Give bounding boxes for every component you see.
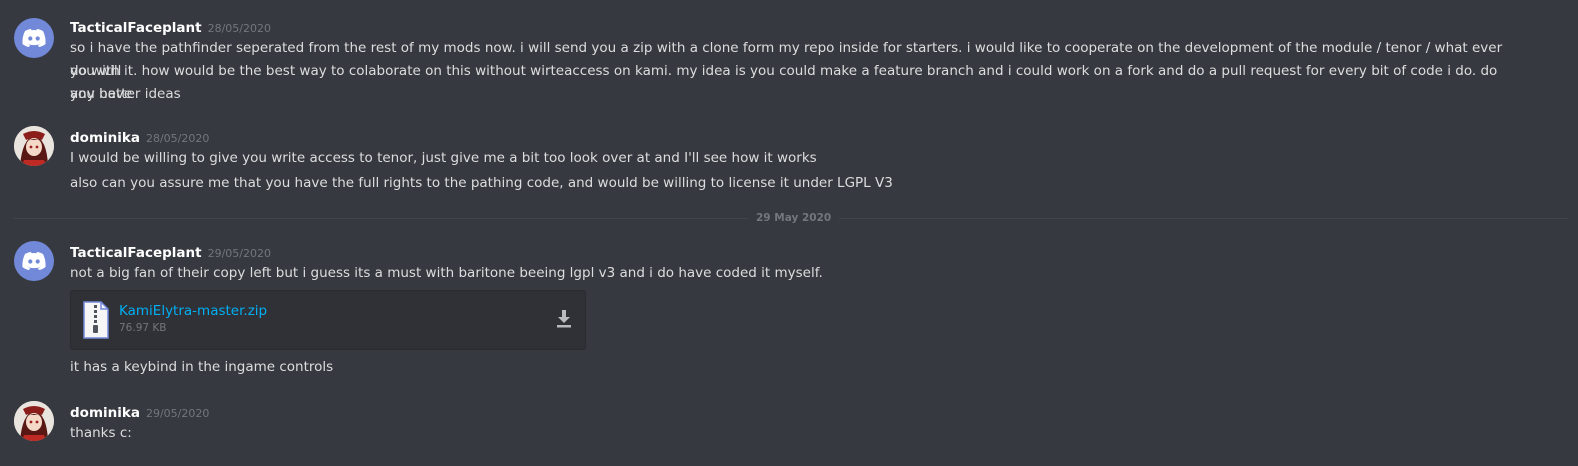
- discord-logo-icon[interactable]: [14, 241, 54, 281]
- message-header: TacticalFaceplant 29/05/2020: [70, 242, 271, 261]
- anime-avatar-icon[interactable]: [14, 126, 54, 166]
- username[interactable]: TacticalFaceplant: [70, 245, 202, 261]
- discord-logo-icon[interactable]: [14, 18, 54, 58]
- chat-messages: TacticalFaceplant 28/05/2020 so i have th…: [0, 0, 1578, 466]
- timestamp: 29/05/2020: [207, 247, 271, 260]
- message-header: dominika 28/05/2020: [70, 127, 209, 146]
- attachment-filename-link[interactable]: KamiElytra-master.zip: [119, 303, 267, 319]
- timestamp: 28/05/2020: [145, 132, 210, 145]
- message-header: dominika 29/05/2020: [70, 402, 209, 421]
- download-icon[interactable]: [555, 309, 573, 329]
- timestamp: 29/05/2020: [145, 407, 210, 420]
- username[interactable]: dominika: [70, 130, 140, 146]
- message-text: I would be willing to give you write acc…: [70, 150, 817, 166]
- message-text: not a big fan of their copy left but i g…: [70, 265, 823, 281]
- attachment-filesize: 76.97 KB: [119, 322, 167, 334]
- message-text: thanks c:: [70, 425, 132, 441]
- timestamp: 28/05/2020: [207, 22, 271, 35]
- username[interactable]: dominika: [70, 405, 140, 421]
- message-text: also can you assure me that you have the…: [70, 175, 893, 191]
- date-divider-label: 29 May 2020: [748, 210, 840, 226]
- file-attachment: KamiElytra-master.zip 76.97 KB: [70, 290, 586, 350]
- message-header: TacticalFaceplant 28/05/2020: [70, 17, 271, 36]
- username[interactable]: TacticalFaceplant: [70, 20, 202, 36]
- message-text: any better ideas: [70, 86, 181, 102]
- zip-file-icon: [83, 301, 109, 339]
- message-text: it has a keybind in the ingame controls: [70, 359, 334, 375]
- anime-avatar-icon[interactable]: [14, 401, 54, 441]
